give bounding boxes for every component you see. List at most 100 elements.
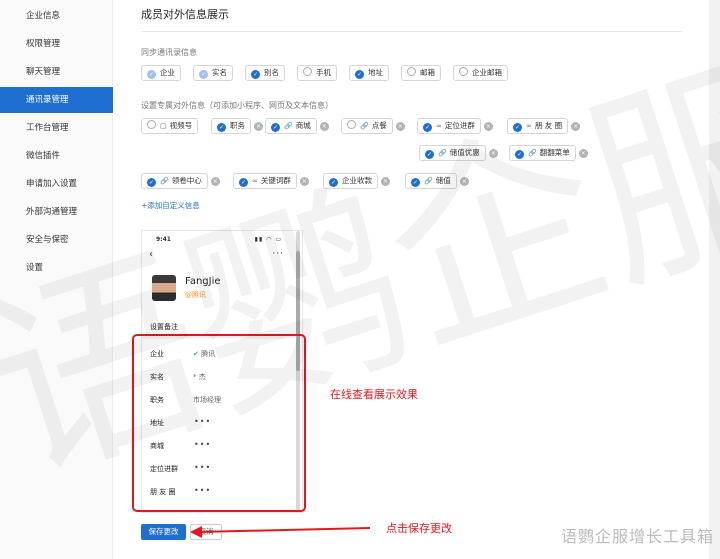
miniprogram-icon: ∞	[252, 177, 258, 185]
remove-icon[interactable]: ×	[488, 149, 498, 158]
sync-tag-mobile[interactable]: 手机	[297, 65, 337, 81]
unchecked-icon	[147, 120, 156, 129]
miniprogram-icon: ∞	[526, 122, 532, 130]
sidebar-item-workbench[interactable]: 工作台管理	[0, 115, 113, 141]
check-icon: ✓	[425, 150, 434, 159]
row-label-location-group: 定位进群	[150, 465, 178, 473]
check-icon: ✓	[251, 70, 260, 79]
sidebar-item-external-comm[interactable]: 外部沟通管理	[0, 199, 113, 225]
check-icon: ✓	[411, 178, 420, 187]
remove-icon[interactable]: ×	[395, 122, 405, 131]
main-panel: 成员对外信息展示 同步通讯录信息 ✓ 企业 ✓ 实名 ✓ 别名 手机 ✓ 地址 邮箱 企…	[113, 0, 720, 559]
verified-icon: ✔	[193, 350, 202, 358]
sidebar-item-contacts[interactable]: 通讯录管理	[0, 87, 113, 113]
custom-tag-order[interactable]: 🔗 点餐 ×	[341, 118, 405, 134]
row-value-position: 市场经理	[193, 396, 221, 404]
title-divider	[141, 31, 682, 32]
unchecked-icon	[459, 67, 468, 76]
row-value-moments: •••	[194, 486, 212, 495]
check-icon: ✓	[199, 70, 208, 79]
remark-label: 设置备注	[150, 323, 178, 331]
row-label-address: 地址	[150, 419, 164, 427]
row-value-address: •••	[194, 417, 212, 426]
link-icon: 🔗	[160, 177, 169, 185]
check-icon: ✓	[355, 70, 364, 79]
back-arrow-icon: ‹	[149, 249, 153, 260]
red-arrow-icon	[190, 526, 371, 538]
signal-battery-icon: ▮▮ ◠ ▭	[254, 236, 282, 243]
remove-icon[interactable]: ×	[319, 122, 329, 131]
custom-tag-keyword-group[interactable]: ✓ ∞ 关键词群 ×	[233, 173, 309, 189]
sync-tag-email[interactable]: 邮箱	[401, 65, 441, 81]
sync-tag-realname[interactable]: ✓ 实名	[193, 65, 233, 81]
check-icon: ✓	[423, 123, 432, 132]
sidebar-item-join-settings[interactable]: 申请加入设置	[0, 171, 113, 197]
link-icon: 🔗	[438, 149, 447, 157]
custom-section-label: 设置专属对外信息（可添加小程序、网页及文本信息）	[141, 101, 333, 110]
custom-tag-coupon-center[interactable]: ✓ 🔗 领卷中心 ×	[141, 173, 220, 189]
remove-icon[interactable]: ×	[459, 177, 469, 186]
check-icon: ✓	[329, 178, 338, 187]
more-icon: ···	[272, 249, 284, 259]
check-icon: ✓	[147, 178, 156, 187]
remove-icon[interactable]: ×	[299, 177, 309, 186]
add-custom-info-link[interactable]: +添加自定义信息	[141, 200, 200, 211]
check-icon: ✓	[217, 123, 226, 132]
link-icon: 🔗	[360, 122, 369, 130]
remove-icon[interactable]: ×	[578, 149, 588, 158]
check-icon: ✓	[239, 178, 248, 187]
sidebar-item-chat[interactable]: 聊天管理	[0, 59, 113, 85]
sync-section-label: 同步通讯录信息	[141, 48, 197, 57]
remove-icon[interactable]: ×	[254, 122, 263, 131]
phone-time: 9:41	[156, 236, 171, 243]
row-label-position: 职务	[150, 396, 164, 404]
unchecked-icon	[407, 67, 416, 76]
sync-tag-address[interactable]: ✓ 地址	[349, 65, 389, 81]
row-label-realname: 实名	[150, 373, 164, 381]
sidebar-item-company-info[interactable]: 企业信息	[0, 3, 113, 29]
page-title: 成员对外信息展示	[141, 8, 229, 21]
link-icon: 🔗	[284, 122, 293, 130]
sidebar-item-settings[interactable]: 设置	[0, 255, 113, 281]
avatar	[152, 275, 176, 301]
row-label-moments: 朋 友 圈	[150, 488, 176, 496]
sync-tag-alias[interactable]: ✓ 别名	[245, 65, 285, 81]
remove-icon[interactable]: ×	[210, 177, 220, 186]
custom-tag-moments[interactable]: ✓ ∞ 朋 友 圈 ×	[507, 118, 581, 134]
custom-tag-position[interactable]: ✓ 职务 ×	[211, 118, 263, 134]
row-value-mall: •••	[194, 440, 212, 449]
sync-tag-corp-email[interactable]: 企业邮箱	[453, 65, 508, 81]
profile-name: FangJie	[185, 276, 221, 287]
save-annotation: 点击保存更改	[386, 522, 452, 535]
unchecked-icon	[347, 120, 356, 129]
remove-icon[interactable]: ×	[381, 177, 390, 186]
custom-tag-mall[interactable]: ✓ 🔗 商城 ×	[265, 118, 329, 134]
profile-company: @腾讯	[185, 291, 206, 299]
link-icon: 🔗	[424, 177, 433, 185]
video-icon: ▢	[160, 122, 167, 130]
save-button[interactable]: 保存更改	[141, 524, 186, 540]
unchecked-icon	[303, 67, 312, 76]
sidebar-item-wechat-plugin[interactable]: 微信插件	[0, 143, 113, 169]
sync-tag-company[interactable]: ✓ 企业	[141, 65, 181, 81]
phone-preview: 9:41 ▮▮ ◠ ▭ ‹ ··· FangJie @腾讯 设置备注 企业 ✔ …	[141, 230, 303, 513]
remove-icon[interactable]: ×	[571, 122, 581, 131]
row-value-company: ✔ 腾讯	[193, 350, 216, 358]
row-label-company: 企业	[150, 350, 164, 358]
sidebar-item-security[interactable]: 安全与保密	[0, 227, 113, 253]
phone-scrollbar-thumb[interactable]	[296, 251, 300, 371]
row-value-location-group: •••	[194, 463, 212, 472]
miniprogram-icon: ∞	[436, 122, 442, 130]
custom-tag-flip-menu[interactable]: ✓ 🔗 翻翻菜单 ×	[509, 145, 588, 161]
remove-icon[interactable]: ×	[483, 122, 493, 131]
check-icon: ✓	[271, 123, 280, 132]
custom-tag-location-group[interactable]: ✓ ∞ 定位进群 ×	[417, 118, 493, 134]
check-icon: ✓	[515, 150, 524, 159]
custom-tag-payment[interactable]: ✓ 企业收款 ×	[323, 173, 390, 189]
sidebar-item-permissions[interactable]: 权限管理	[0, 31, 113, 57]
custom-tag-stored-value[interactable]: ✓ 🔗 储值 ×	[405, 173, 469, 189]
page-scrollbar[interactable]	[709, 0, 720, 559]
custom-tag-video-channel[interactable]: ▢ 视频号	[141, 118, 199, 134]
check-icon: ✓	[147, 70, 156, 79]
custom-tag-stored-value-discount[interactable]: ✓ 🔗 储值优惠 ×	[419, 145, 498, 161]
